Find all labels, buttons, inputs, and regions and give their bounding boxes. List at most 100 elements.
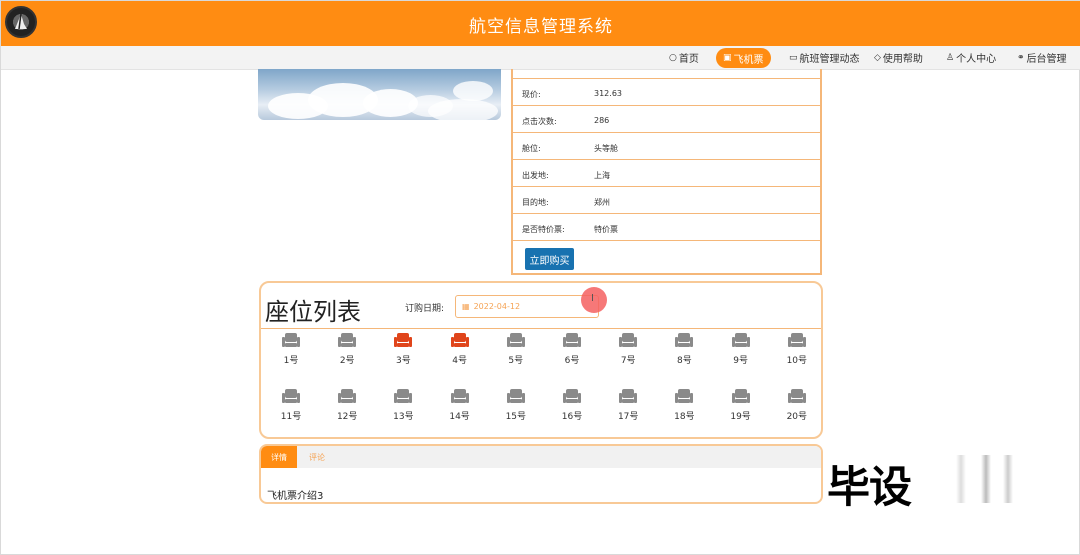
seat-label: 2号 bbox=[339, 356, 355, 366]
seat-label: 5号 bbox=[508, 356, 524, 366]
tab-details[interactable]: 详情 bbox=[261, 446, 297, 468]
seat-label: 4号 bbox=[452, 356, 467, 366]
seat-icon bbox=[563, 389, 581, 403]
seat-19[interactable]: 19号 bbox=[721, 389, 761, 425]
nav-label: 首页 bbox=[678, 54, 699, 65]
seat-2[interactable]: 2号 bbox=[327, 333, 367, 369]
nav-item-flight-news[interactable]: ▭ 航班管理动态 bbox=[789, 50, 860, 66]
field-label: 现价: bbox=[522, 90, 541, 99]
seat-3[interactable]: 3号 bbox=[383, 333, 423, 369]
calendar-icon: ▦ bbox=[462, 302, 470, 311]
nav-label: 使用帮助 bbox=[882, 54, 923, 65]
field-value: 286 bbox=[594, 116, 610, 125]
seat-icon bbox=[450, 333, 469, 347]
field-label: 点击次数: bbox=[522, 117, 557, 126]
nav-item-ticket[interactable]: ▣ 飞机票 bbox=[716, 48, 771, 68]
seat-10[interactable]: 10号 bbox=[777, 333, 817, 369]
detail-content: 飞机票介绍3 bbox=[267, 491, 324, 502]
seat-18[interactable]: 18号 bbox=[664, 389, 704, 425]
link-icon: ⚭ bbox=[1017, 52, 1025, 63]
seat-icon bbox=[675, 333, 694, 347]
seat-label: 19号 bbox=[730, 412, 751, 422]
seat-13[interactable]: 13号 bbox=[383, 389, 423, 425]
seat-icon bbox=[731, 333, 750, 347]
nav-item-home[interactable]: ○ 首页 bbox=[669, 50, 699, 66]
field-label: 舱位: bbox=[522, 144, 541, 153]
field-value: 郑州 bbox=[594, 198, 610, 207]
seat-icon bbox=[619, 333, 638, 347]
seat-icon bbox=[787, 333, 806, 347]
buy-now-button[interactable]: 立即购买 bbox=[525, 248, 574, 270]
seat-label: 15号 bbox=[505, 412, 527, 422]
order-date-input[interactable]: ▦ 2022-04-12 bbox=[455, 295, 599, 318]
seat-label: 6号 bbox=[564, 356, 580, 366]
tab-comments[interactable]: 评论 bbox=[297, 446, 337, 468]
seat-12[interactable]: 12号 bbox=[327, 389, 367, 425]
watermark-bar bbox=[1003, 455, 1013, 503]
nav-label: 后台管理 bbox=[1026, 54, 1067, 65]
seat-label: 7号 bbox=[620, 356, 636, 366]
seat-15[interactable]: 15号 bbox=[496, 389, 536, 425]
seat-icon bbox=[282, 389, 300, 403]
field-value: 头等舱 bbox=[594, 144, 618, 153]
site-title: 航空信息管理系统 bbox=[469, 17, 613, 37]
nav-label: 航班管理动态 bbox=[799, 54, 860, 65]
seat-icon bbox=[394, 333, 413, 347]
seat-list-title: 座位列表 bbox=[265, 298, 361, 326]
app-window: 航空信息管理系统 ○ 首页 ▣ 飞机票 ▭ 航班管理动态 ◇ 使用帮助 ♙ 个人… bbox=[0, 0, 1080, 555]
seat-1[interactable]: 1号 bbox=[271, 333, 311, 369]
ticket-info-table: 现价: 312.63 点击次数: 286 舱位: 头等舱 出发地: 上海 目的地… bbox=[511, 69, 822, 275]
seat-9[interactable]: 9号 bbox=[721, 333, 761, 369]
seat-label: 10号 bbox=[786, 356, 808, 366]
field-value: 上海 bbox=[594, 171, 610, 180]
field-value: 312.63 bbox=[594, 89, 622, 98]
seat-6[interactable]: 6号 bbox=[552, 333, 592, 369]
seat-icon bbox=[619, 389, 638, 403]
seat-icon bbox=[506, 333, 525, 347]
watermark-text: 毕设 bbox=[827, 463, 912, 513]
table-row: 现价: 312.63 bbox=[513, 79, 820, 106]
seat-icon bbox=[450, 389, 469, 403]
seat-4[interactable]: 4号 bbox=[440, 333, 480, 369]
click-indicator: I bbox=[581, 287, 607, 313]
seat-label: 9号 bbox=[733, 356, 748, 366]
seat-icon bbox=[787, 389, 806, 403]
seat-label: 18号 bbox=[674, 412, 695, 422]
seat-16[interactable]: 16号 bbox=[552, 389, 592, 425]
text-cursor-icon: I bbox=[591, 293, 594, 304]
divider bbox=[261, 328, 821, 329]
seat-label: 14号 bbox=[449, 412, 470, 422]
seat-label: 17号 bbox=[617, 412, 639, 422]
seat-14[interactable]: 14号 bbox=[440, 389, 480, 425]
table-row: 目的地: 郑州 bbox=[513, 187, 820, 214]
nav-item-help[interactable]: ◇ 使用帮助 bbox=[874, 50, 923, 66]
seat-5[interactable]: 5号 bbox=[496, 333, 536, 369]
order-date-label: 订购日期: bbox=[405, 304, 445, 314]
nav-item-admin[interactable]: ⚭ 后台管理 bbox=[1017, 50, 1067, 66]
seat-11[interactable]: 11号 bbox=[271, 389, 311, 425]
table-row: 出发地: 上海 bbox=[513, 160, 820, 187]
seat-icon bbox=[506, 389, 525, 403]
nav-label: 飞机票 bbox=[733, 54, 764, 66]
table-row: 是否特价票: 特价票 bbox=[513, 214, 820, 241]
seat-7[interactable]: 7号 bbox=[608, 333, 648, 369]
field-value: 特价票 bbox=[594, 225, 618, 234]
seat-label: 3号 bbox=[396, 356, 411, 366]
tag-icon: ◇ bbox=[874, 52, 881, 63]
seat-20[interactable]: 20号 bbox=[777, 389, 817, 425]
nav-item-profile[interactable]: ♙ 个人中心 bbox=[946, 50, 997, 66]
seat-label: 20号 bbox=[786, 412, 808, 422]
seat-8[interactable]: 8号 bbox=[664, 333, 704, 369]
mail-icon: ▭ bbox=[789, 52, 798, 63]
ticket-icon: ▣ bbox=[723, 53, 732, 63]
seat-icon bbox=[675, 389, 694, 403]
seat-label: 12号 bbox=[336, 412, 358, 422]
ticket-image bbox=[258, 69, 501, 120]
watermark-bar bbox=[981, 455, 991, 503]
seat-icon bbox=[394, 389, 413, 403]
seat-icon bbox=[282, 333, 300, 347]
nav-label: 个人中心 bbox=[956, 54, 997, 65]
order-date-value: 2022-04-12 bbox=[473, 302, 521, 311]
seat-icon bbox=[563, 333, 581, 347]
seat-17[interactable]: 17号 bbox=[608, 389, 648, 425]
